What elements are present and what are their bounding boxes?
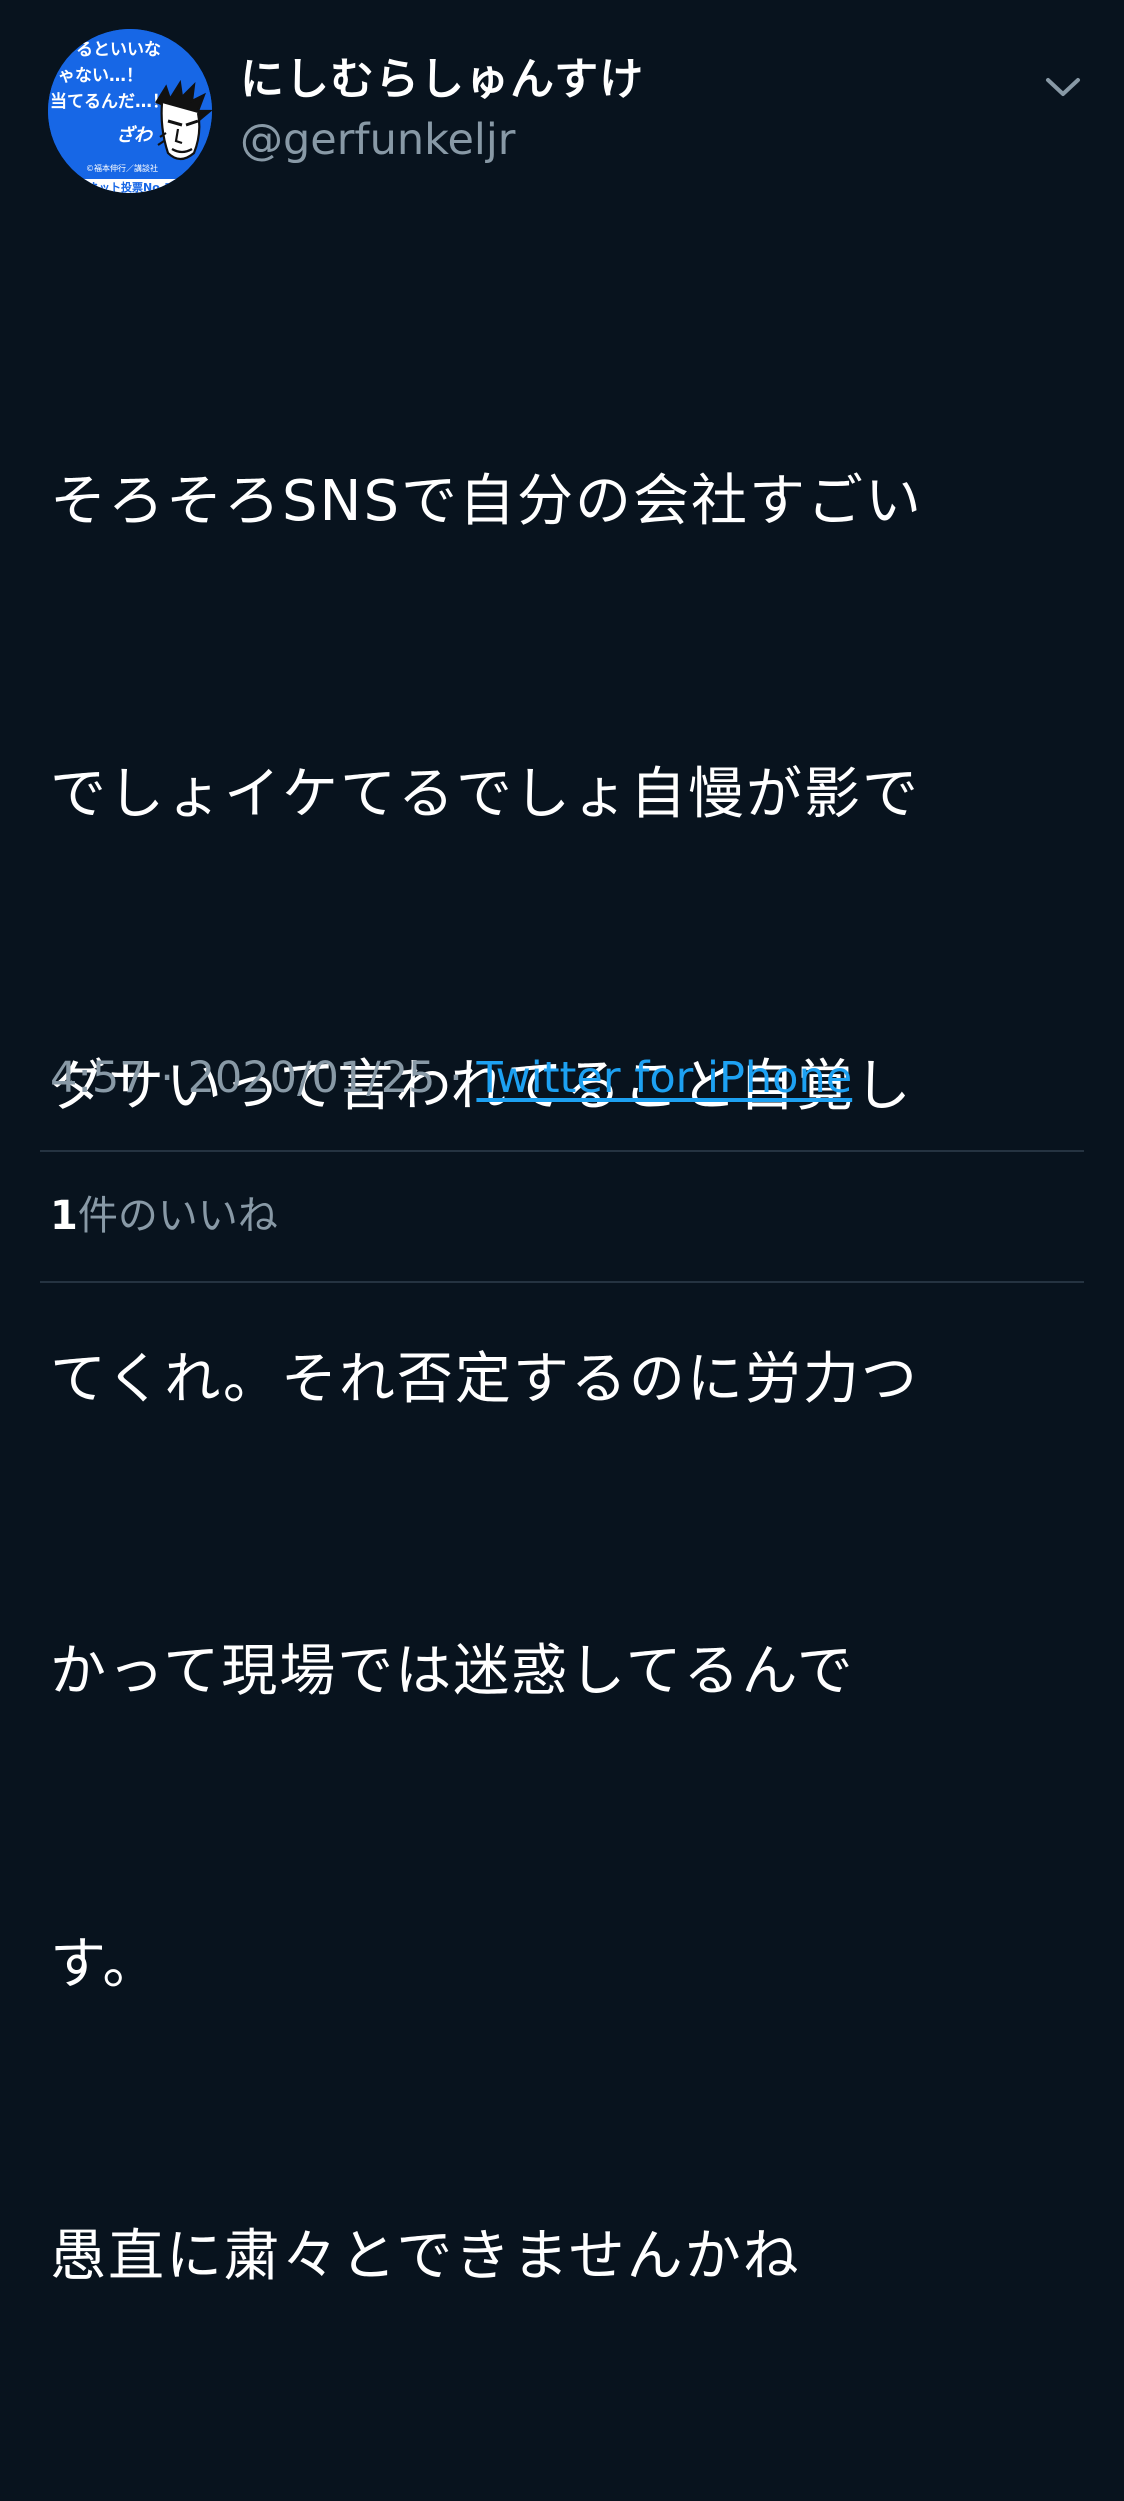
svg-text:©福本伸行／講談社: ©福本伸行／講談社 [86,163,158,173]
tweet-menu-button[interactable] [1040,68,1086,104]
author-display-name[interactable]: にしむらしゅんすけ [240,50,644,110]
tweet-detail: るといいな ゃない…！ 当てるんだ…！ ざわ ©福本伸行／講談社 ネット投票No… [0,0,1124,2289]
tweet-text-line: 愚直に粛々とできませんかね [50,2224,801,2289]
like-label: 件のいいね [77,1193,278,1239]
tweet-text-line: そろそろSNSで自分の会社すごい [50,469,923,534]
svg-text:ざわ: ざわ [116,125,154,146]
tweet-text-line: す。 [50,1931,161,1997]
divider [40,1150,1084,1152]
tweet-text: そろそろSNSで自分の会社すごい でしょイケてるでしょ自慢が影で ダサいって言わ… [50,258,1050,2501]
svg-text:当てるんだ…！: 当てるんだ…！ [50,91,169,112]
divider [40,1281,1084,1283]
tweet-time: 4:57 [50,1053,147,1103]
tweet-text-line: てくれ。それ否定するのに労力つ [50,1346,919,1412]
tweet-source-link[interactable]: Twitter for iPhone [476,1053,852,1103]
meta-separator: · [146,1053,188,1103]
chevron-down-icon [1046,78,1080,96]
author-handle[interactable]: @gerfunkeljr [240,112,515,168]
svg-text:ゃない…！: ゃない…！ [58,66,143,86]
kaiji-manga-avatar-icon: るといいな ゃない…！ 当てるんだ…！ ざわ ©福本伸行／講談社 ネット投票No… [48,29,212,193]
like-count: 1 [50,1193,78,1239]
tweet-text-line: かって現場では迷惑してるんで [50,1639,855,1704]
tweet-date: 2020/01/25 [187,1053,436,1103]
meta-separator: · [435,1053,477,1103]
svg-text:ネット投票No.1: ネット投票No.1 [88,180,172,193]
svg-text:るといいな: るといいな [76,40,161,60]
likes-count-link[interactable]: 1件のいいね [50,1188,278,1244]
avatar[interactable]: るといいな ゃない…！ 当てるんだ…！ ざわ ©福本伸行／講談社 ネット投票No… [48,29,212,193]
tweet-text-line: でしょイケてるでしょ自慢が影で [50,761,920,827]
tweet-meta: 4:57 · 2020/01/25 · Twitter for iPhone [50,1050,852,1106]
